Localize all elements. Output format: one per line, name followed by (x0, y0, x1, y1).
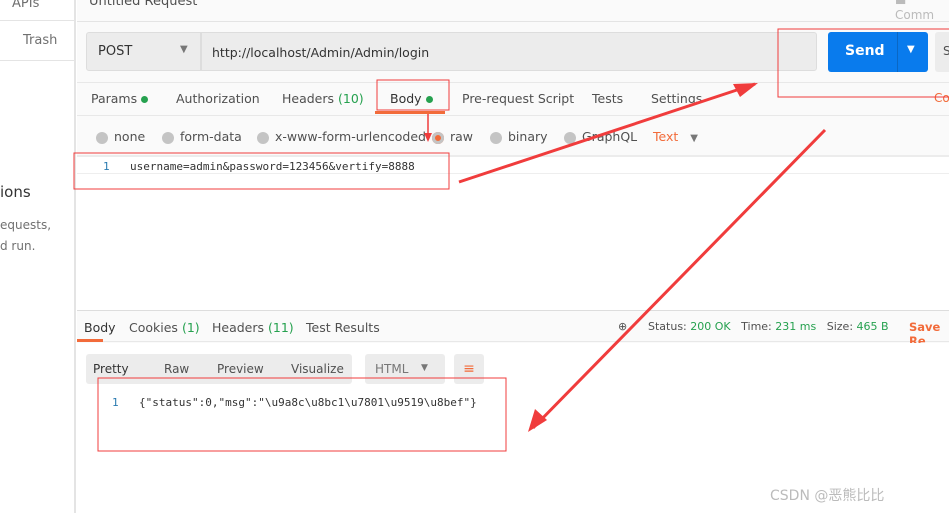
annotation-overlay (73, 28, 949, 452)
annotation-box (777, 28, 949, 98)
arrowhead (733, 83, 758, 97)
arrowhead (424, 133, 432, 142)
annotation-box (376, 79, 450, 111)
annotation-box (97, 377, 507, 452)
annotation-arrow (531, 128, 827, 430)
arrowhead (528, 409, 547, 432)
annotation-arrow (458, 82, 756, 184)
annotation-box (73, 152, 450, 190)
